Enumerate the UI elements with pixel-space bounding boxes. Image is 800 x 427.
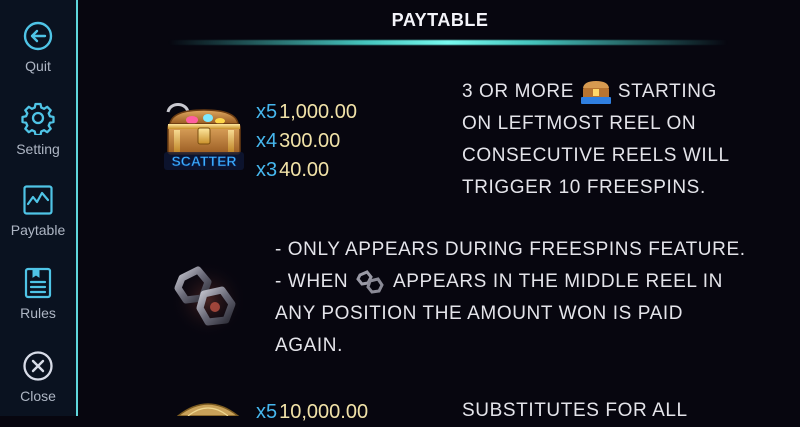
payout-row: x3 40.00 — [256, 156, 357, 185]
paytable-label: Paytable — [10, 222, 66, 238]
payout-amount: 40.00 — [279, 159, 330, 181]
scatter-chest-mini-icon — [580, 80, 611, 104]
special-description: - ONLY APPEARS DURING FREESPINS FEATURE.… — [275, 234, 746, 362]
close-button[interactable]: Close — [0, 350, 76, 422]
close-icon — [23, 351, 53, 381]
payout-multiplier: x4 — [256, 130, 278, 152]
title-divider — [168, 40, 728, 45]
payout-row: x4 300.00 — [256, 127, 357, 156]
scatter-payouts: x5 1,000.00 x4 300.00 x3 40.00 — [256, 98, 357, 185]
scatter-chest-icon: SCATTER — [164, 103, 244, 170]
special-desc-text: APPEARS IN THE MIDDLE REEL IN — [393, 271, 723, 292]
payout-amount: 300.00 — [279, 130, 341, 152]
payout-amount: 10,000.00 — [279, 401, 369, 423]
scatter-desc-text: 3 OR MORE — [462, 81, 575, 102]
scatter-desc-text: TRIGGER 10 FREESPINS. — [462, 177, 706, 198]
rules-document-icon — [24, 267, 52, 299]
metal-ring-mini-icon — [356, 270, 384, 294]
payout-amount: 1,000.00 — [279, 101, 357, 123]
special-desc-text: - ONLY APPEARS DURING FREESPINS FEATURE. — [275, 239, 746, 260]
scatter-desc-text: STARTING — [617, 81, 717, 102]
gear-icon — [21, 102, 55, 135]
setting-button[interactable]: Setting — [0, 101, 76, 173]
rules-label: Rules — [20, 305, 56, 321]
wild-desc-text: SUBSTITUTES FOR ALL — [462, 400, 688, 421]
payout-multiplier: x5 — [256, 401, 278, 423]
setting-label: Setting — [16, 141, 60, 157]
special-desc-text: ANY POSITION THE AMOUNT WON IS PAID — [275, 303, 684, 324]
paytable-chart-icon — [23, 185, 53, 215]
sidebar: Quit Setting Paytable Rules Close — [0, 0, 78, 416]
wild-payout-row: x5 10,000.00 — [256, 398, 368, 427]
scatter-desc-text: ON LEFTMOST REEL ON — [462, 113, 697, 134]
scatter-description: 3 OR MORE STARTING ON LEFTMOST REEL ON C… — [462, 76, 730, 204]
scatter-desc-text: CONSECUTIVE REELS WILL — [462, 145, 730, 166]
quit-button[interactable]: Quit — [0, 20, 76, 92]
quit-label: Quit — [25, 58, 51, 74]
special-desc-text: - WHEN — [275, 271, 349, 292]
scatter-symbol-label: SCATTER — [171, 153, 236, 169]
close-label: Close — [20, 388, 56, 404]
metal-ring-symbol-icon — [170, 262, 246, 338]
rules-button[interactable]: Rules — [0, 267, 76, 339]
paytable-button[interactable]: Paytable — [0, 184, 76, 256]
payout-multiplier: x5 — [256, 101, 278, 123]
payout-row: x5 1,000.00 — [256, 98, 357, 127]
page-title: PAYTABLE — [391, 10, 489, 30]
wild-description: SUBSTITUTES FOR ALL — [462, 395, 688, 427]
wild-coin-icon — [176, 403, 240, 416]
quit-icon — [23, 21, 53, 51]
special-desc-text: AGAIN. — [275, 335, 344, 356]
payout-multiplier: x3 — [256, 159, 278, 181]
